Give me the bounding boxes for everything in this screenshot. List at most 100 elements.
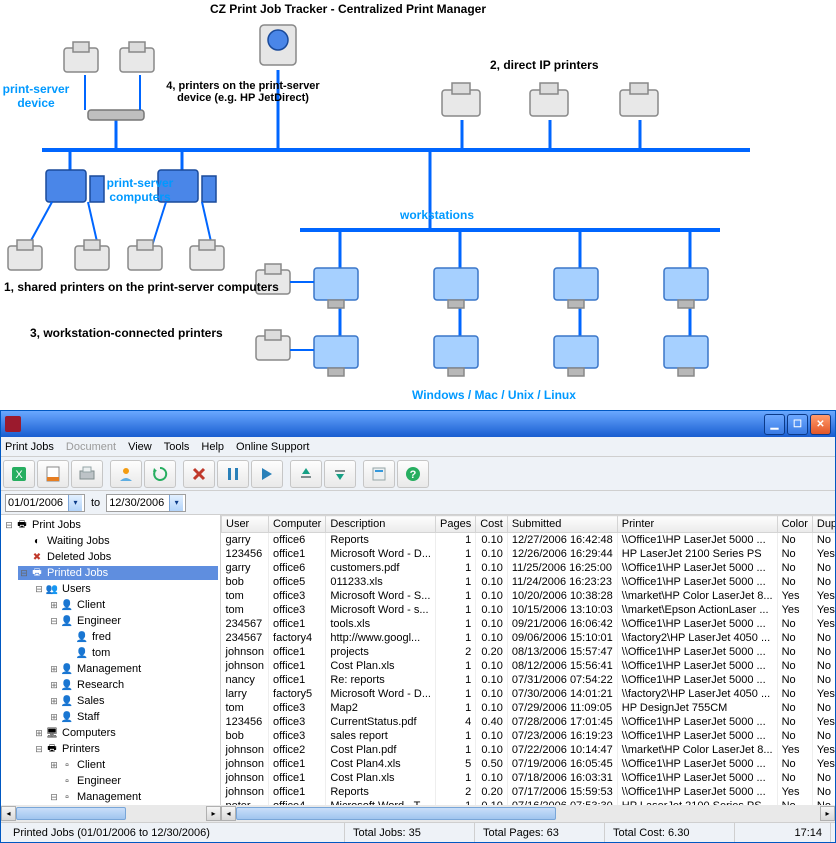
table-row[interactable]: boboffice3sales report10.1007/23/2006 16… — [222, 729, 836, 743]
close-button[interactable]: ✕ — [810, 414, 831, 435]
grid-hscroll[interactable]: ◂ ▸ — [221, 805, 835, 822]
col-submitted[interactable]: Submitted — [507, 516, 617, 533]
table-row[interactable]: tomoffice3Microsoft Word - S...10.1010/2… — [222, 589, 836, 603]
col-printer[interactable]: Printer — [617, 516, 777, 533]
cell-color: Yes — [777, 743, 812, 757]
tree-user-group[interactable]: ⊞👤Research — [48, 678, 218, 692]
table-row[interactable]: garryoffice6customers.pdf10.1011/25/2006… — [222, 561, 836, 575]
chevron-down-icon[interactable]: ▾ — [68, 495, 82, 511]
tree-computers[interactable]: ⊞🖥Computers — [33, 726, 218, 740]
scroll-left-button[interactable]: ◂ — [221, 806, 236, 821]
menu-tools[interactable]: Tools — [164, 441, 190, 453]
tb-report[interactable] — [37, 460, 69, 488]
tree-printer-group[interactable]: ⊞▫Client — [48, 758, 218, 772]
folder-icon: ▫ — [60, 758, 74, 772]
cell-computer: office3 — [269, 715, 326, 729]
cell-printer: \\factory2\HP LaserJet 4050 ... — [617, 631, 777, 645]
table-row[interactable]: tomoffice3Microsoft Word - s...10.1010/1… — [222, 603, 836, 617]
tree-hscroll[interactable]: ◂ ▸ — [1, 805, 221, 822]
menu-online-support[interactable]: Online Support — [236, 441, 309, 453]
tree-view[interactable]: ⊟🖶Print Jobs ◐Waiting Jobs ✖Deleted Jobs… — [1, 515, 221, 805]
cell-cost: 0.10 — [476, 687, 508, 701]
tree-printer-group[interactable]: ⊟▫Management — [48, 790, 218, 804]
tree-user-group[interactable]: ⊞👤Client — [48, 598, 218, 612]
tb-resume[interactable] — [251, 460, 283, 488]
tree-deleted-jobs[interactable]: ✖Deleted Jobs — [18, 550, 218, 564]
cell-duplex: Yes — [812, 603, 835, 617]
col-cost[interactable]: Cost — [476, 516, 508, 533]
cell-description: Re: reports — [326, 673, 436, 687]
jobs-table[interactable]: User Computer Description Pages Cost Sub… — [221, 515, 835, 805]
cell-printer: \\Office1\HP LaserJet 5000 ... — [617, 533, 777, 548]
menu-print-jobs[interactable]: Print Jobs — [5, 441, 54, 453]
tb-preferences[interactable] — [363, 460, 395, 488]
table-row[interactable]: johnsonoffice1Cost Plan.xls10.1008/12/20… — [222, 659, 836, 673]
col-pages[interactable]: Pages — [436, 516, 476, 533]
tree-printers[interactable]: ⊟🖶Printers — [33, 742, 218, 756]
scroll-thumb[interactable] — [16, 807, 126, 820]
tree-user[interactable]: 👤fred — [63, 630, 218, 644]
tb-sort-asc[interactable] — [290, 460, 322, 488]
tb-delete[interactable] — [183, 460, 215, 488]
table-row[interactable]: johnsonoffice1Cost Plan.xls10.1007/18/20… — [222, 771, 836, 785]
table-row[interactable]: larryfactory5Microsoft Word - D...10.100… — [222, 687, 836, 701]
tb-print[interactable] — [71, 460, 103, 488]
table-row[interactable]: johnsonoffice1Cost Plan4.xls50.5007/19/2… — [222, 757, 836, 771]
tb-users[interactable] — [110, 460, 142, 488]
col-user[interactable]: User — [222, 516, 269, 533]
computer-icon: 🖥 — [45, 726, 59, 740]
titlebar[interactable]: ▁ ☐ ✕ — [1, 411, 835, 437]
cell-cost: 0.10 — [476, 547, 508, 561]
menu-document[interactable]: Document — [66, 441, 116, 453]
tb-sort-desc[interactable] — [324, 460, 356, 488]
table-row[interactable]: 123456office1Microsoft Word - D...10.101… — [222, 547, 836, 561]
table-row[interactable]: johnsonoffice2Cost Plan.pdf10.1007/22/20… — [222, 743, 836, 757]
tb-export-excel[interactable]: X — [3, 460, 35, 488]
scroll-right-button[interactable]: ▸ — [206, 806, 221, 821]
table-row[interactable]: johnsonoffice1Reports20.2007/17/2006 15:… — [222, 785, 836, 799]
cell-submitted: 07/31/2006 07:54:22 — [507, 673, 617, 687]
tree-root[interactable]: ⊟🖶Print Jobs — [3, 518, 218, 532]
tree-user-group[interactable]: ⊞👤Staff — [48, 710, 218, 724]
table-row[interactable]: johnsonoffice1projects20.2008/13/2006 15… — [222, 645, 836, 659]
date-to[interactable]: 12/30/2006▾ — [106, 494, 186, 512]
menu-view[interactable]: View — [128, 441, 152, 453]
tree-user-group[interactable]: ⊞👤Management — [48, 662, 218, 676]
scroll-thumb[interactable] — [236, 807, 556, 820]
scroll-left-button[interactable]: ◂ — [1, 806, 16, 821]
cell-submitted: 10/20/2006 10:38:28 — [507, 589, 617, 603]
menu-help[interactable]: Help — [201, 441, 224, 453]
cell-printer: \\market\HP Color LaserJet 8... — [617, 743, 777, 757]
tree-waiting-jobs[interactable]: ◐Waiting Jobs — [18, 534, 218, 548]
tb-refresh[interactable] — [144, 460, 176, 488]
tree-users[interactable]: ⊟👥Users — [33, 582, 218, 596]
tree-printed-jobs[interactable]: ⊟🖶Printed Jobs — [18, 566, 218, 580]
chevron-down-icon[interactable]: ▾ — [169, 495, 183, 511]
table-row[interactable]: 234567office1tools.xls10.1009/21/2006 16… — [222, 617, 836, 631]
tb-pause[interactable] — [217, 460, 249, 488]
tb-help[interactable]: ? — [397, 460, 429, 488]
table-row[interactable]: nancyoffice1Re: reports10.1007/31/2006 0… — [222, 673, 836, 687]
cell-pages: 1 — [436, 589, 476, 603]
tree-printer-group[interactable]: ▫Engineer — [48, 774, 218, 788]
cell-color: No — [777, 701, 812, 715]
col-duplex[interactable]: Duplex — [812, 516, 835, 533]
col-color[interactable]: Color — [777, 516, 812, 533]
cell-computer: office3 — [269, 701, 326, 715]
table-row[interactable]: 234567factory4http://www.googl...10.1009… — [222, 631, 836, 645]
cell-computer: office6 — [269, 561, 326, 575]
tree-user-group[interactable]: ⊞👤Sales — [48, 694, 218, 708]
maximize-button[interactable]: ☐ — [787, 414, 808, 435]
minimize-button[interactable]: ▁ — [764, 414, 785, 435]
table-row[interactable]: 123456office3CurrentStatus.pdf40.4007/28… — [222, 715, 836, 729]
col-description[interactable]: Description — [326, 516, 436, 533]
user-icon: 👤 — [60, 614, 74, 628]
table-row[interactable]: boboffice5011233.xls10.1011/24/2006 16:2… — [222, 575, 836, 589]
tree-user[interactable]: 👤tom — [63, 646, 218, 660]
table-row[interactable]: garryoffice6Reports10.1012/27/2006 16:42… — [222, 533, 836, 548]
date-from[interactable]: 01/01/2006▾ — [5, 494, 85, 512]
tree-user-group[interactable]: ⊟👤Engineer — [48, 614, 218, 628]
table-row[interactable]: tomoffice3Map210.1007/29/2006 11:09:05HP… — [222, 701, 836, 715]
scroll-right-button[interactable]: ▸ — [820, 806, 835, 821]
col-computer[interactable]: Computer — [269, 516, 326, 533]
